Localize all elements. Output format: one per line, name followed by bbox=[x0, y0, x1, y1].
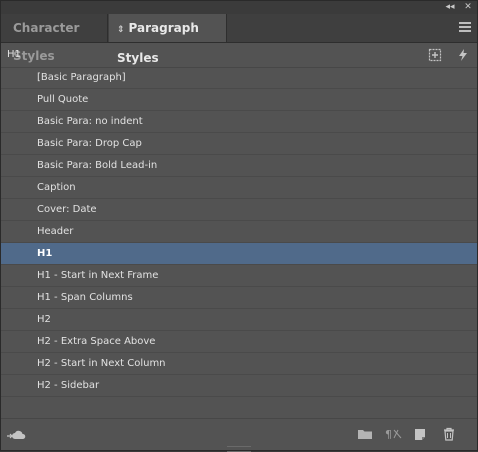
tab-bar: Character Styles ⇕ Paragraph Styles bbox=[1, 14, 477, 65]
list-item[interactable]: Basic Para: no indent bbox=[1, 111, 477, 133]
new-style-from-selection-icon[interactable] bbox=[428, 48, 442, 62]
list-item[interactable]: H2 - Start in Next Column bbox=[1, 353, 477, 375]
list-item[interactable]: H2 - Sidebar bbox=[1, 375, 477, 397]
trash-icon[interactable] bbox=[442, 427, 456, 441]
collapse-icon[interactable]: ◂◂ bbox=[443, 1, 457, 14]
folder-icon[interactable] bbox=[357, 427, 373, 441]
list-item[interactable]: Basic Para: Bold Lead-in bbox=[1, 155, 477, 177]
list-item[interactable]: Pull Quote bbox=[1, 89, 477, 111]
new-style-icon[interactable] bbox=[413, 427, 427, 441]
current-style-name: H1 bbox=[7, 49, 21, 60]
list-item[interactable]: Header bbox=[1, 221, 477, 243]
list-item[interactable]: Cover: Date bbox=[1, 199, 477, 221]
paragraph-styles-panel: ◂◂ ✕ Character Styles ⇕ Paragraph Styles … bbox=[0, 0, 478, 452]
list-item[interactable]: H1 - Start in Next Frame bbox=[1, 265, 477, 287]
list-item-selected[interactable]: H1 bbox=[1, 243, 477, 265]
panel-titlebar: ◂◂ ✕ bbox=[1, 1, 477, 14]
list-item[interactable]: Basic Para: Drop Cap bbox=[1, 133, 477, 155]
style-list: [Basic Paragraph] Pull Quote Basic Para:… bbox=[1, 67, 477, 419]
list-item[interactable]: H2 - Extra Space Above bbox=[1, 331, 477, 353]
close-icon[interactable]: ✕ bbox=[461, 1, 475, 14]
cloud-library-icon[interactable] bbox=[6, 427, 26, 441]
tab-arrows-icon: ⇕ bbox=[117, 25, 125, 35]
current-style-header: H1 bbox=[1, 43, 477, 68]
list-item[interactable]: Caption bbox=[1, 177, 477, 199]
resize-grip[interactable] bbox=[227, 446, 251, 452]
list-item[interactable]: H1 - Span Columns bbox=[1, 287, 477, 309]
panel-menu-icon[interactable] bbox=[459, 22, 471, 32]
lightning-icon[interactable] bbox=[456, 48, 470, 62]
tab-character-styles[interactable]: Character Styles bbox=[1, 14, 108, 63]
clear-overrides-icon[interactable]: ¶ bbox=[385, 427, 403, 441]
svg-text:¶: ¶ bbox=[385, 428, 392, 441]
list-item-empty bbox=[1, 397, 477, 419]
list-item[interactable]: [Basic Paragraph] bbox=[1, 67, 477, 89]
list-item[interactable]: H2 bbox=[1, 309, 477, 331]
tab-paragraph-styles[interactable]: ⇕ Paragraph Styles bbox=[109, 14, 227, 65]
